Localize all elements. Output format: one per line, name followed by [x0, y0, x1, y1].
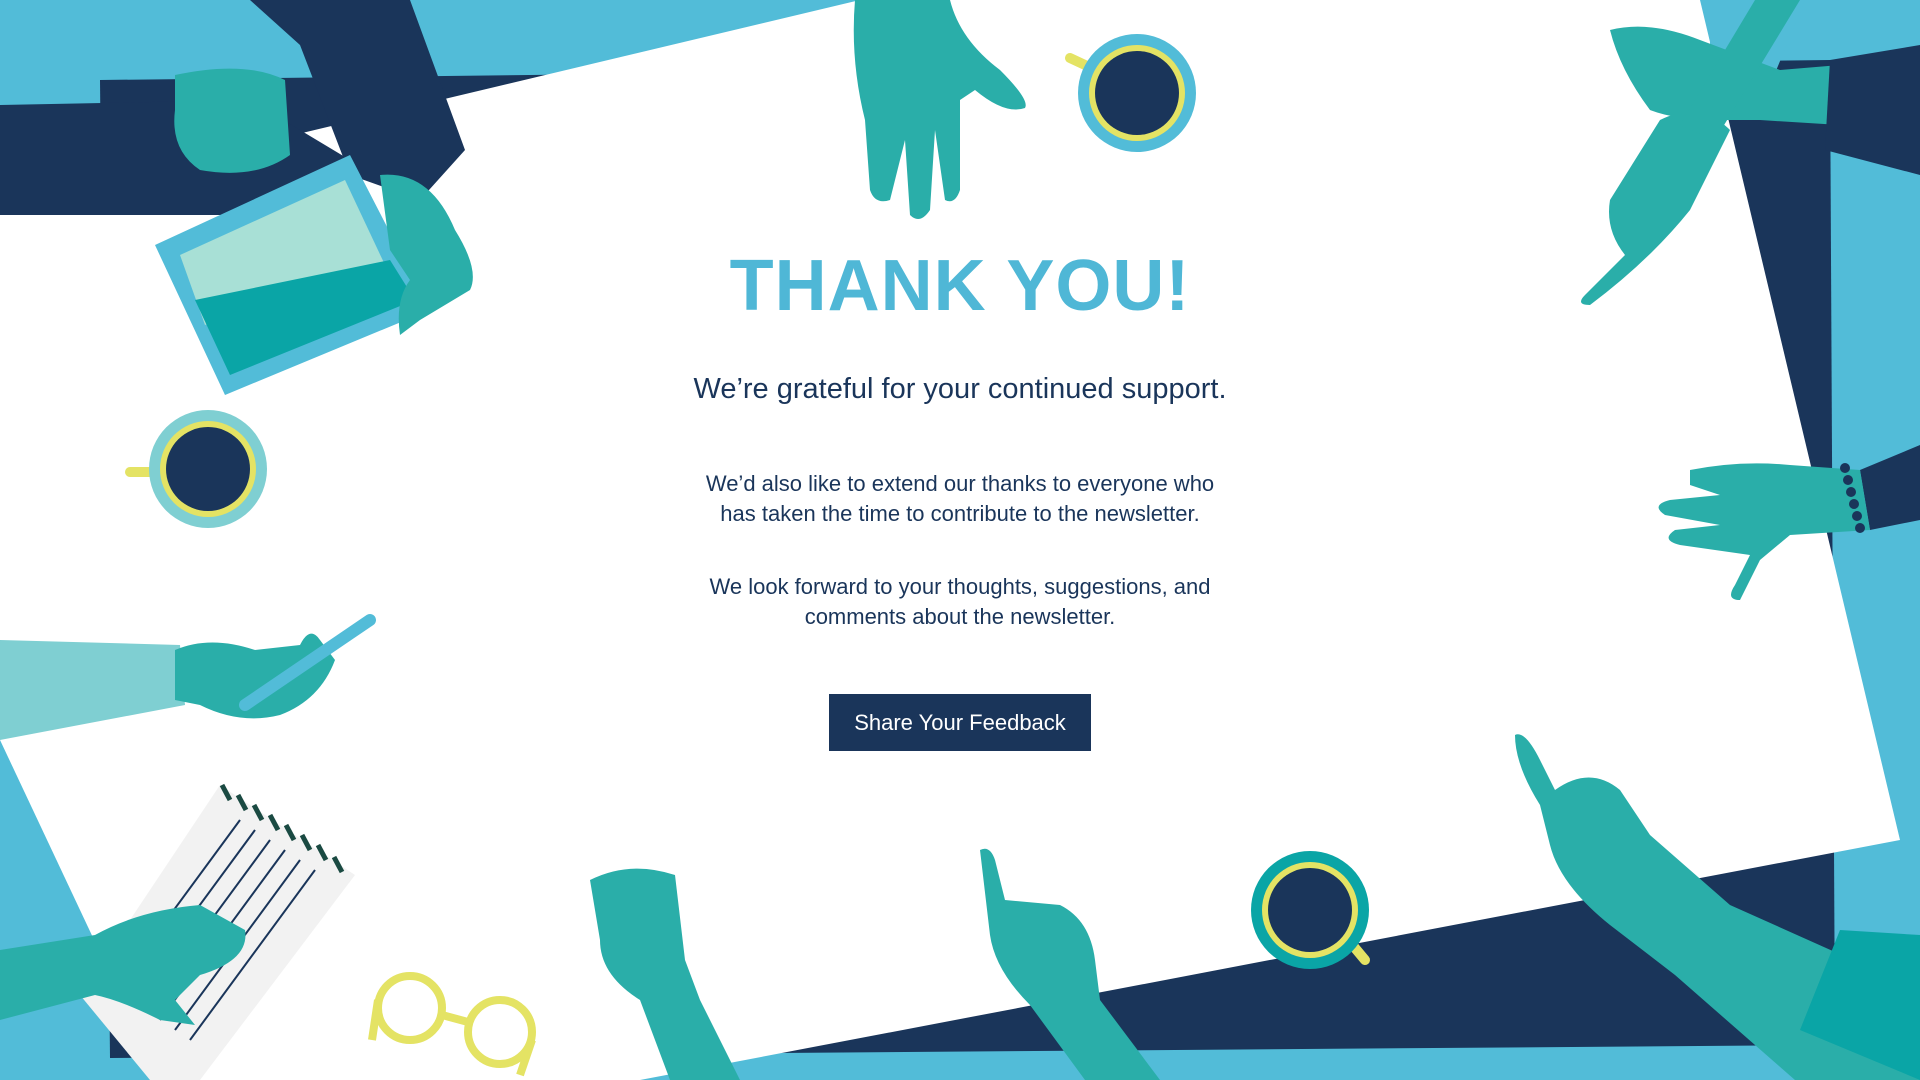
thank-you-content: THANK YOU! We’re grateful for your conti… [560, 246, 1360, 752]
sleeve [1825, 45, 1920, 175]
feedback-paragraph: We look forward to your thoughts, sugges… [709, 573, 1211, 629]
page-title: THANK YOU! [729, 246, 1191, 326]
thanks-paragraph: We’d also like to extend our thanks to e… [705, 470, 1215, 527]
coffee-cup-icon [1251, 851, 1370, 969]
page-subtitle: We’re grateful for your continued suppor… [693, 373, 1227, 405]
share-feedback-button[interactable]: Share Your Feedback [829, 694, 1091, 752]
sleeve [1860, 445, 1920, 530]
